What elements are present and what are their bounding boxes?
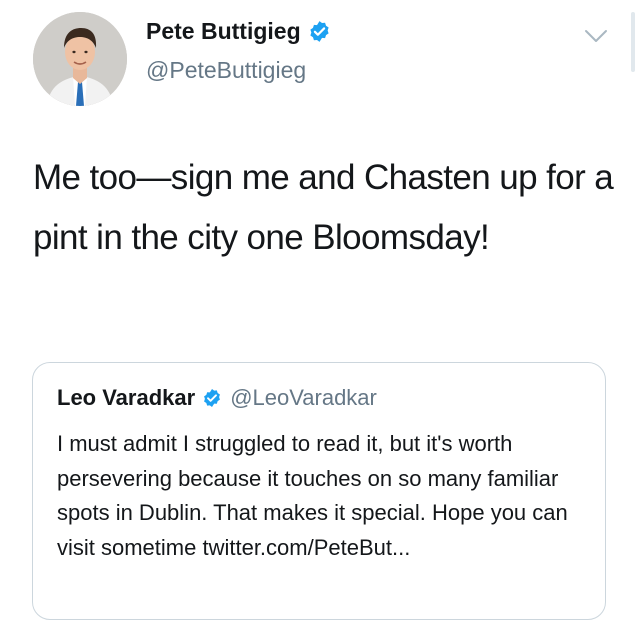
- quoted-author-name: Leo Varadkar: [57, 385, 196, 410]
- quoted-tweet[interactable]: Leo Varadkar @LeoVaradkar I must admit I…: [32, 362, 606, 620]
- chevron-down-icon[interactable]: [583, 26, 609, 46]
- tweet-card: Pete Buttigieg @PeteButtigieg Me too—sig…: [0, 0, 638, 641]
- author-name-row: Pete Buttigieg: [146, 18, 331, 45]
- verified-badge-icon: [308, 20, 331, 43]
- quoted-author-handle: @LeoVaradkar: [230, 385, 377, 410]
- quoted-tweet-header: Leo Varadkar @LeoVaradkar: [57, 385, 377, 411]
- tweet-text: Me too—sign me and Chasten up for a pint…: [33, 158, 614, 257]
- author-handle[interactable]: @PeteButtigieg: [146, 57, 306, 84]
- verified-badge-icon: [202, 388, 222, 408]
- author-display-name[interactable]: Pete Buttigieg: [146, 18, 301, 45]
- quoted-tweet-text: I must admit I struggled to read it, but…: [57, 431, 568, 560]
- scrollbar[interactable]: [631, 12, 635, 72]
- avatar[interactable]: [33, 12, 127, 106]
- profile-photo: [33, 12, 127, 106]
